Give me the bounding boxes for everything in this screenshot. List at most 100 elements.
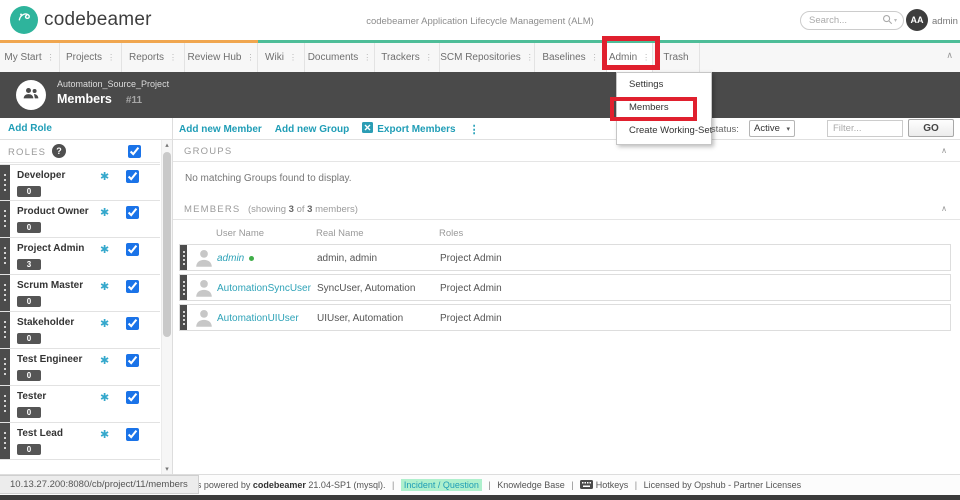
global-search[interactable]: ▾ bbox=[800, 11, 904, 30]
footer-licensed-text: Licensed by Opshub - Partner Licenses bbox=[644, 480, 802, 490]
menu-item-settings[interactable]: Settings bbox=[617, 73, 711, 96]
role-card-stakeholder[interactable]: Stakeholder 0 ✱ bbox=[0, 312, 160, 349]
drag-handle[interactable] bbox=[0, 312, 10, 348]
role-status-select[interactable]: Active ▾ bbox=[749, 120, 795, 137]
tab-reports[interactable]: Reports⋮ bbox=[122, 43, 185, 72]
role-config-icon[interactable]: ✱ bbox=[100, 354, 109, 367]
member-link-automationsyncuser[interactable]: AutomationSyncUser bbox=[217, 283, 311, 294]
tab-scm-repositories[interactable]: SCM Repositories⋮ bbox=[440, 43, 535, 72]
drag-handle[interactable] bbox=[0, 386, 10, 422]
search-input[interactable] bbox=[809, 15, 882, 26]
role-checkbox[interactable] bbox=[126, 317, 139, 330]
role-card-developer[interactable]: Developer 0 ✱ bbox=[0, 164, 160, 201]
role-config-icon[interactable]: ✱ bbox=[100, 428, 109, 441]
tab-menu-icon[interactable]: ⋮ bbox=[47, 53, 55, 62]
tab-admin[interactable]: Admin⋮ bbox=[607, 43, 653, 72]
sidebar-scrollbar[interactable]: ▴ ▾ bbox=[161, 140, 172, 474]
role-config-icon[interactable]: ✱ bbox=[100, 317, 109, 330]
drag-handle[interactable] bbox=[180, 245, 187, 270]
online-indicator bbox=[249, 256, 254, 261]
role-card-test-lead[interactable]: Test Lead 0 ✱ bbox=[0, 423, 160, 460]
drag-handle[interactable] bbox=[0, 349, 10, 385]
tab-menu-icon[interactable]: ⋮ bbox=[642, 53, 650, 62]
project-name[interactable]: Automation_Source_Project bbox=[57, 79, 169, 89]
filter-input[interactable] bbox=[827, 120, 903, 137]
table-row[interactable]: AutomationUIUser UIUser, Automation Proj… bbox=[179, 304, 951, 331]
tab-menu-icon[interactable]: ⋮ bbox=[363, 53, 371, 62]
role-card-product-owner[interactable]: Product Owner 0 ✱ bbox=[0, 201, 160, 238]
tab-trackers[interactable]: Trackers⋮ bbox=[375, 43, 440, 72]
excel-export-icon bbox=[362, 122, 373, 136]
search-caret-icon[interactable]: ▾ bbox=[894, 17, 897, 24]
tab-wiki[interactable]: Wiki⋮ bbox=[258, 43, 305, 72]
incident-question-link[interactable]: Incident / Question bbox=[401, 479, 482, 491]
user-avatar[interactable]: AA bbox=[906, 9, 928, 31]
role-checkbox[interactable] bbox=[126, 206, 139, 219]
drag-handle[interactable] bbox=[0, 238, 10, 274]
go-button[interactable]: GO bbox=[908, 119, 954, 137]
role-checkbox[interactable] bbox=[126, 391, 139, 404]
table-row[interactable]: admin admin, admin Project Admin bbox=[179, 244, 951, 271]
tab-menu-icon[interactable]: ⋮ bbox=[107, 53, 115, 62]
roles-select-all-checkbox[interactable] bbox=[128, 145, 141, 158]
member-roles: Project Admin bbox=[440, 313, 502, 324]
toolbar-overflow-icon[interactable]: ⋮ bbox=[469, 123, 480, 136]
role-checkbox[interactable] bbox=[126, 428, 139, 441]
drag-handle[interactable] bbox=[180, 275, 187, 300]
person-icon bbox=[193, 307, 215, 334]
nav-collapse-icon[interactable]: ∧ bbox=[946, 50, 953, 61]
role-config-icon[interactable]: ✱ bbox=[100, 206, 109, 219]
add-new-member-button[interactable]: Add new Member bbox=[179, 124, 262, 135]
knowledge-base-link[interactable]: Knowledge Base bbox=[497, 480, 565, 490]
drag-handle[interactable] bbox=[0, 423, 10, 459]
tab-projects[interactable]: Projects⋮ bbox=[60, 43, 122, 72]
tab-menu-icon[interactable]: ⋮ bbox=[246, 53, 254, 62]
add-new-group-button[interactable]: Add new Group bbox=[275, 124, 349, 135]
drag-handle[interactable] bbox=[0, 201, 10, 237]
collapse-icon[interactable]: ∧ bbox=[941, 146, 947, 155]
tab-trash[interactable]: Trash bbox=[653, 43, 700, 72]
role-count-badge: 0 bbox=[17, 296, 41, 307]
tab-baselines[interactable]: Baselines⋮ bbox=[535, 43, 607, 72]
member-link-automationuiuser[interactable]: AutomationUIUser bbox=[217, 313, 299, 324]
role-config-icon[interactable]: ✱ bbox=[100, 280, 109, 293]
members-group-icon bbox=[21, 83, 41, 108]
role-checkbox[interactable] bbox=[126, 170, 139, 183]
help-icon[interactable]: ? bbox=[52, 144, 66, 158]
user-name-label[interactable]: admin bbox=[932, 16, 958, 27]
table-row[interactable]: AutomationSyncUser SyncUser, Automation … bbox=[179, 274, 951, 301]
collapse-icon[interactable]: ∧ bbox=[941, 204, 947, 213]
tab-documents[interactable]: Documents⋮ bbox=[305, 43, 375, 72]
tab-menu-icon[interactable]: ⋮ bbox=[289, 53, 297, 62]
hotkeys-link[interactable]: Hotkeys bbox=[596, 480, 629, 490]
tab-menu-icon[interactable]: ⋮ bbox=[169, 53, 177, 62]
role-config-icon[interactable]: ✱ bbox=[100, 170, 109, 183]
menu-item-members[interactable]: Members bbox=[617, 96, 711, 119]
role-checkbox[interactable] bbox=[126, 243, 139, 256]
project-avatar[interactable] bbox=[16, 80, 46, 110]
scrollbar-thumb[interactable] bbox=[163, 152, 171, 337]
role-config-icon[interactable]: ✱ bbox=[100, 391, 109, 404]
export-members-button[interactable]: Export Members bbox=[362, 122, 455, 136]
tab-menu-icon[interactable]: ⋮ bbox=[425, 53, 433, 62]
member-link-admin[interactable]: admin bbox=[217, 253, 254, 264]
tab-menu-icon[interactable]: ⋮ bbox=[591, 53, 599, 62]
tab-my-start[interactable]: My Start⋮ bbox=[0, 43, 60, 72]
role-card-project-admin[interactable]: Project Admin 3 ✱ bbox=[0, 238, 160, 275]
role-card-scrum-master[interactable]: Scrum Master 0 ✱ bbox=[0, 275, 160, 312]
drag-handle[interactable] bbox=[0, 275, 10, 311]
role-config-icon[interactable]: ✱ bbox=[100, 243, 109, 256]
tab-review-hub[interactable]: Review Hub⋮ bbox=[185, 43, 258, 72]
role-card-test-engineer[interactable]: Test Engineer 0 ✱ bbox=[0, 349, 160, 386]
scroll-down-icon[interactable]: ▾ bbox=[162, 465, 172, 473]
drag-handle[interactable] bbox=[180, 305, 187, 330]
scroll-up-icon[interactable]: ▴ bbox=[162, 141, 172, 149]
role-checkbox[interactable] bbox=[126, 354, 139, 367]
menu-item-create-working-set[interactable]: Create Working-Set bbox=[617, 119, 711, 142]
add-role-button[interactable]: Add Role bbox=[8, 123, 52, 134]
drag-handle[interactable] bbox=[0, 165, 10, 200]
tab-menu-icon[interactable]: ⋮ bbox=[526, 53, 534, 62]
search-icon[interactable] bbox=[882, 12, 893, 30]
role-card-tester[interactable]: Tester 0 ✱ bbox=[0, 386, 160, 423]
role-checkbox[interactable] bbox=[126, 280, 139, 293]
